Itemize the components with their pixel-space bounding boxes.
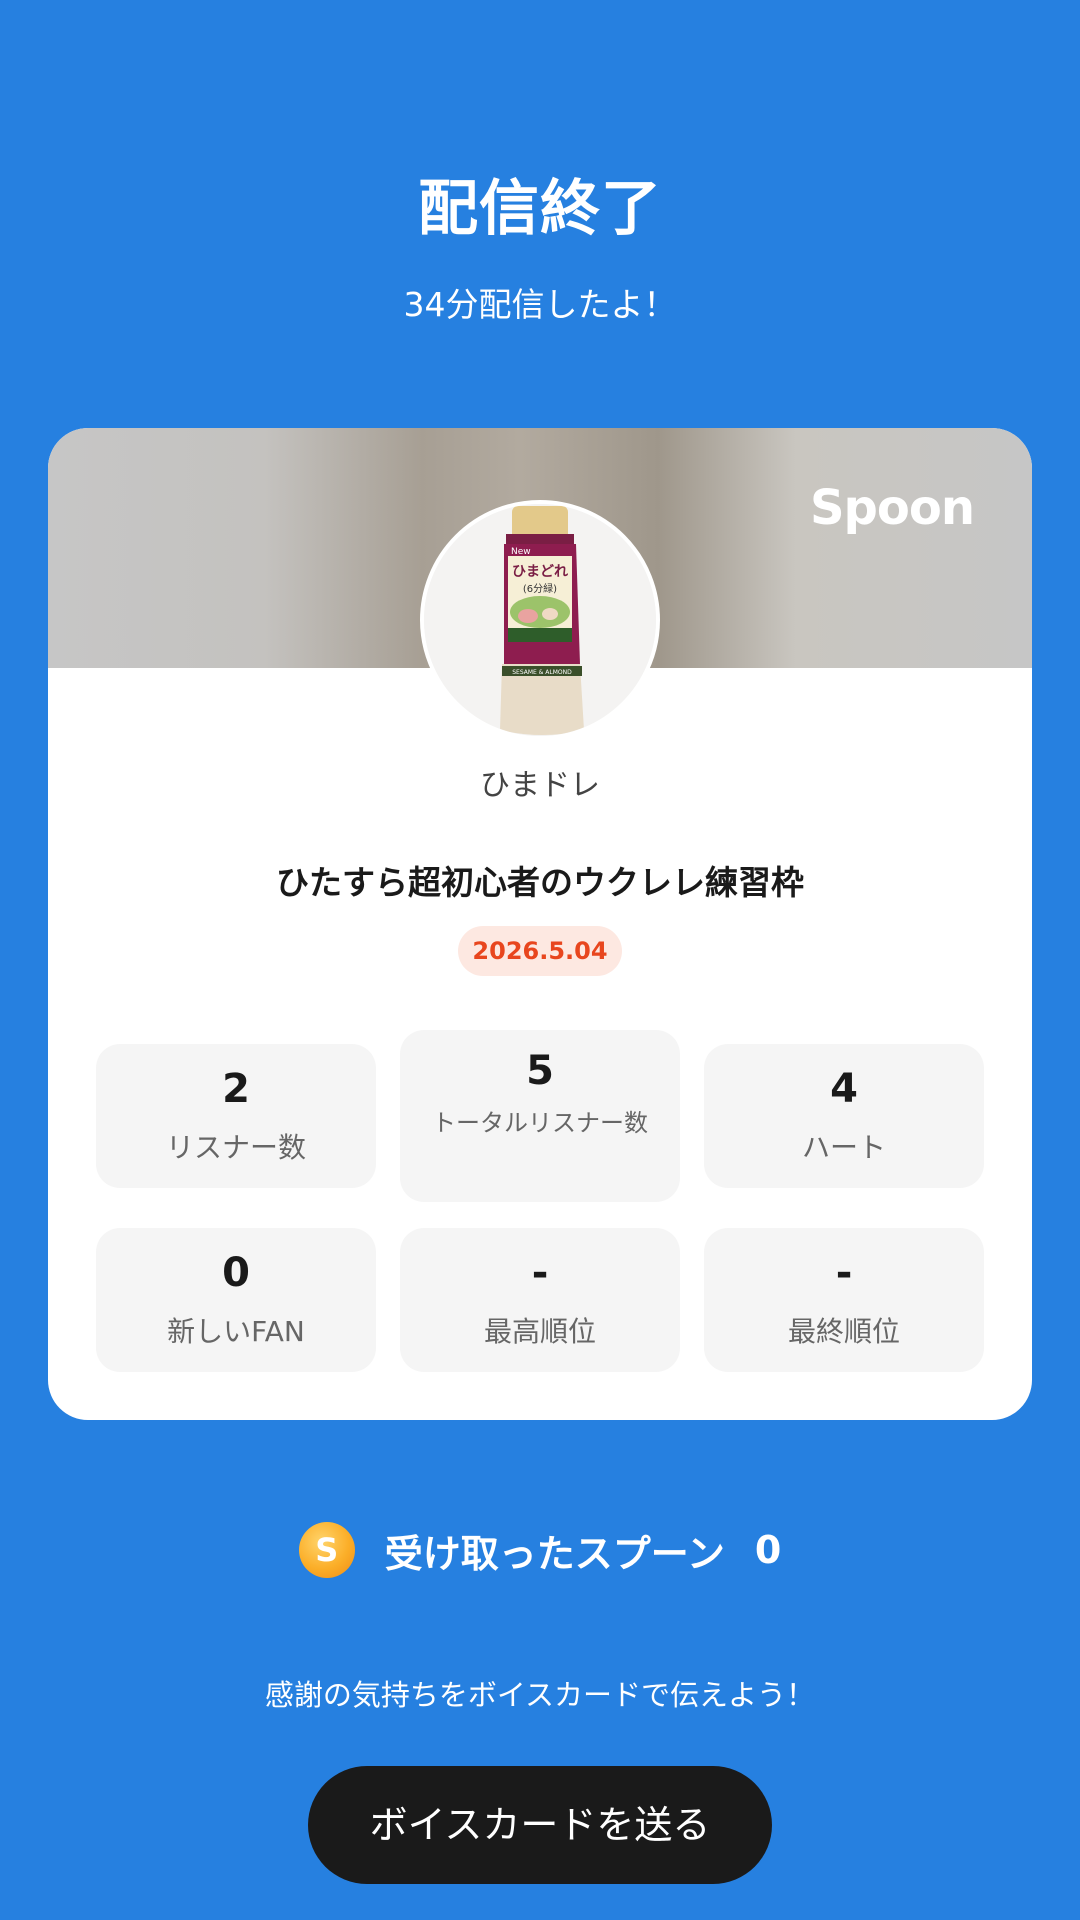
stat-label: 最終順位: [787, 1315, 900, 1348]
stat-value: 4: [830, 1066, 858, 1112]
stat-listeners: 2 リスナー数: [96, 1044, 376, 1188]
broadcast-summary-card: Spoon New ひまどれ (6分緑) SESAME & ALMOND ひまド…: [48, 428, 1032, 1420]
stat-hearts: 4 ハート: [704, 1044, 984, 1188]
bottle-sub: (6分緑): [523, 582, 557, 595]
stat-label: 新しいFAN: [167, 1315, 305, 1348]
avatar: New ひまどれ (6分緑) SESAME & ALMOND: [420, 500, 660, 740]
stat-value: 0: [222, 1250, 250, 1296]
spoons-label: 受け取ったスプーン: [384, 1531, 725, 1576]
bottle-name: ひまどれ: [512, 564, 568, 580]
spoon-coin-icon: S: [298, 1522, 355, 1578]
duration-text: 34分配信したよ！: [403, 285, 677, 324]
host-name: ひまドレ: [480, 768, 600, 803]
bottle-flavor: SESAME & ALMOND: [512, 669, 572, 676]
spoons-count: 0: [754, 1528, 782, 1572]
stat-value: -: [531, 1250, 549, 1296]
stream-title: ひたすら超初心者のウクレレ練習枠: [276, 863, 804, 902]
stat-value: 5: [526, 1048, 554, 1094]
spoon-logo: Spoon: [809, 480, 975, 536]
stat-best-rank: - 最高順位: [400, 1228, 680, 1372]
date-badge: 2026.5.04: [458, 926, 622, 976]
stat-label: トータルリスナー数: [432, 1109, 648, 1137]
stat-final-rank: - 最終順位: [704, 1228, 984, 1372]
stat-label: ハート: [801, 1131, 886, 1164]
received-spoons: S 受け取ったスプーン 0: [0, 1520, 1080, 1580]
stat-value: 2: [222, 1066, 250, 1112]
stat-new-fans: 0 新しいFAN: [96, 1228, 376, 1372]
bottle-badge: New: [511, 547, 531, 557]
thanks-message: 感謝の気持ちをボイスカードで伝えよう！: [264, 1678, 816, 1712]
stat-label: リスナー数: [165, 1131, 306, 1164]
stat-total-listeners: 5 トータルリスナー数: [400, 1030, 680, 1202]
send-voice-card-button[interactable]: ボイスカードを送る: [308, 1766, 772, 1884]
stat-value: -: [835, 1250, 853, 1296]
dressing-bottle-image: New ひまどれ (6分緑) SESAME & ALMOND: [424, 504, 656, 736]
page-title: 配信終了: [418, 174, 662, 244]
stat-label: 最高順位: [483, 1315, 596, 1348]
